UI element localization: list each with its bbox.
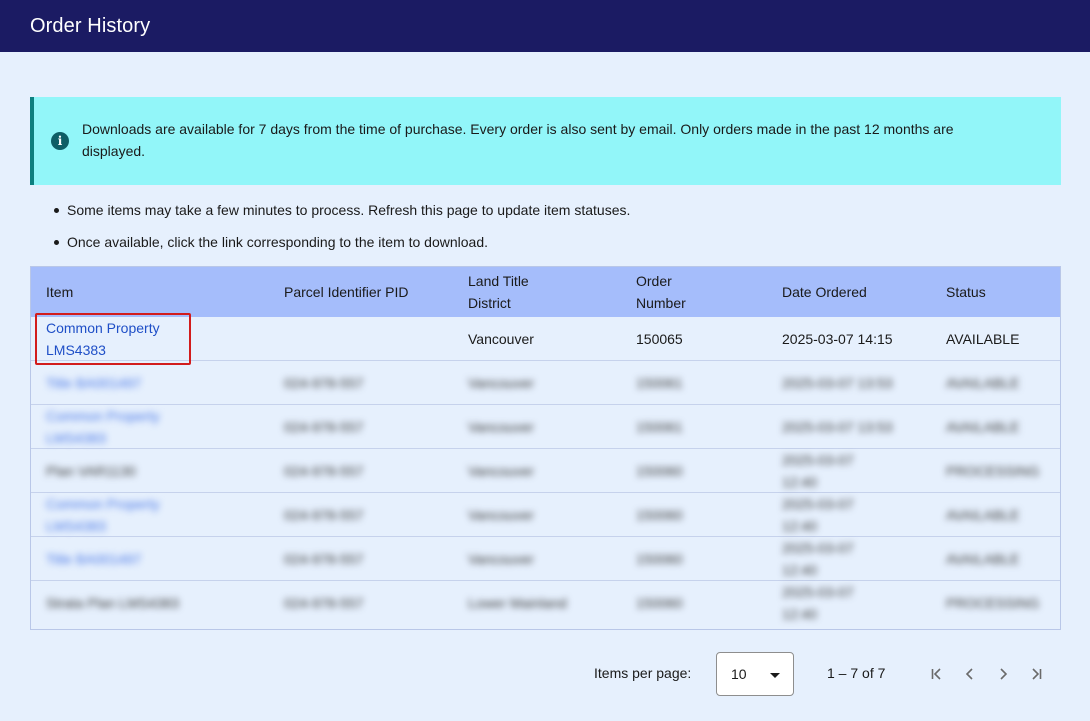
cell-date-ordered: 2025-03-07 12:40 (782, 452, 854, 490)
cell-date-ordered: 2025-03-07 13:53 (782, 375, 893, 391)
cell-pid (284, 317, 454, 361)
cell-order-number: 150061 (636, 419, 683, 435)
cell-order-number: 150061 (636, 375, 683, 391)
table-row: Title BA001497 024-978-557 Vancouver 150… (31, 361, 1060, 405)
cell-district: Vancouver (468, 419, 534, 435)
previous-page-button[interactable] (956, 660, 984, 688)
cell-item: Plan VAR1130 (46, 463, 136, 479)
instruction-item: Once available, click the link correspon… (54, 232, 954, 252)
items-per-page-label: Items per page: (594, 665, 692, 681)
info-banner-text: Downloads are available for 7 days from … (82, 121, 954, 159)
cell-status: AVAILABLE (946, 331, 1020, 347)
next-page-button[interactable] (989, 660, 1017, 688)
cell-district: Vancouver (468, 463, 534, 479)
paginator: Items per page: 10 1 – 7 of 7 (0, 652, 1090, 696)
cell-pid: 024-978-557 (284, 463, 364, 479)
cell-district: Vancouver (468, 551, 534, 567)
last-page-icon (1032, 668, 1042, 680)
cell-district: Vancouver (468, 331, 534, 347)
cell-status: AVAILABLE (946, 507, 1020, 523)
cell-status: AVAILABLE (946, 375, 1020, 391)
table-row: Common Property LMS4383 024-978-557 Vanc… (31, 493, 1060, 537)
item-download-link[interactable]: Common Property LMS4383 (46, 405, 196, 449)
column-header-item[interactable]: Item (46, 267, 276, 317)
cell-status: PROCESSING (946, 463, 1040, 479)
cell-pid: 024-978-557 (284, 507, 364, 523)
caret-down-icon (770, 673, 780, 678)
cell-status: AVAILABLE (946, 551, 1020, 567)
order-history-table: Item Parcel Identifier PID Land Title Di… (30, 266, 1061, 630)
column-header-status[interactable]: Status (946, 267, 1056, 317)
cell-item: Strata Plan LMS4383 (46, 595, 180, 611)
table-header-row: Item Parcel Identifier PID Land Title Di… (31, 267, 1060, 317)
cell-date-ordered: 2025-03-07 14:15 (782, 331, 893, 347)
table-row: Plan VAR1130 024-978-557 Vancouver 15006… (31, 449, 1060, 493)
instructions-list: Some items may take a few minutes to pro… (54, 200, 954, 264)
items-per-page-value: 10 (731, 666, 747, 682)
cell-date-ordered: 2025-03-07 12:40 (782, 584, 854, 622)
cell-pid: 024-978-557 (284, 595, 364, 611)
cell-date-ordered: 2025-03-07 12:40 (782, 540, 854, 578)
last-page-button[interactable] (1022, 660, 1050, 688)
instruction-item: Some items may take a few minutes to pro… (54, 200, 954, 220)
table-row: Common Property LMS4383 024-978-557 Vanc… (31, 405, 1060, 449)
cell-date-ordered: 2025-03-07 12:40 (782, 496, 854, 534)
cell-district: Vancouver (468, 507, 534, 523)
page-title: Order History (30, 14, 151, 37)
cell-order-number: 150060 (636, 507, 683, 523)
column-header-district[interactable]: Land Title District (468, 267, 558, 317)
app-header: Order History (0, 0, 1090, 52)
cell-pid: 024-978-557 (284, 551, 364, 567)
cell-district: Lower Mainland (468, 595, 567, 611)
table-row: Common Property LMS4383 Vancouver 150065… (31, 317, 1060, 361)
cell-district: Vancouver (468, 375, 534, 391)
chevron-right-icon (1000, 668, 1008, 680)
cell-order-number: 150065 (636, 331, 683, 347)
item-download-link[interactable]: Title BA001497 (46, 361, 276, 405)
page-range-label: 1 – 7 of 7 (827, 665, 886, 681)
cell-status: AVAILABLE (946, 419, 1020, 435)
cell-pid: 024-978-557 (284, 375, 364, 391)
cell-order-number: 150060 (636, 595, 683, 611)
items-per-page-select[interactable]: 10 (716, 652, 794, 696)
item-download-link[interactable]: Common Property LMS4383 (46, 493, 196, 537)
cell-order-number: 150060 (636, 551, 683, 567)
chevron-left-icon (965, 668, 973, 680)
column-header-order-number[interactable]: Order Number (636, 267, 706, 317)
column-header-pid[interactable]: Parcel Identifier PID (284, 267, 414, 317)
cell-status: PROCESSING (946, 595, 1040, 611)
item-download-link[interactable]: Title BA001497 (46, 537, 276, 581)
info-icon: i (51, 132, 69, 150)
first-page-icon (931, 668, 941, 680)
cell-pid: 024-978-557 (284, 419, 364, 435)
cell-order-number: 150060 (636, 463, 683, 479)
cell-date-ordered: 2025-03-07 13:53 (782, 419, 893, 435)
first-page-button[interactable] (923, 660, 951, 688)
table-row: Title BA001497 024-978-557 Vancouver 150… (31, 537, 1060, 581)
info-banner: i Downloads are available for 7 days fro… (30, 97, 1061, 185)
table-row: Strata Plan LMS4383 024-978-557 Lower Ma… (31, 581, 1060, 625)
column-header-date-ordered[interactable]: Date Ordered (782, 267, 932, 317)
item-download-link[interactable]: Common Property LMS4383 (46, 317, 196, 361)
